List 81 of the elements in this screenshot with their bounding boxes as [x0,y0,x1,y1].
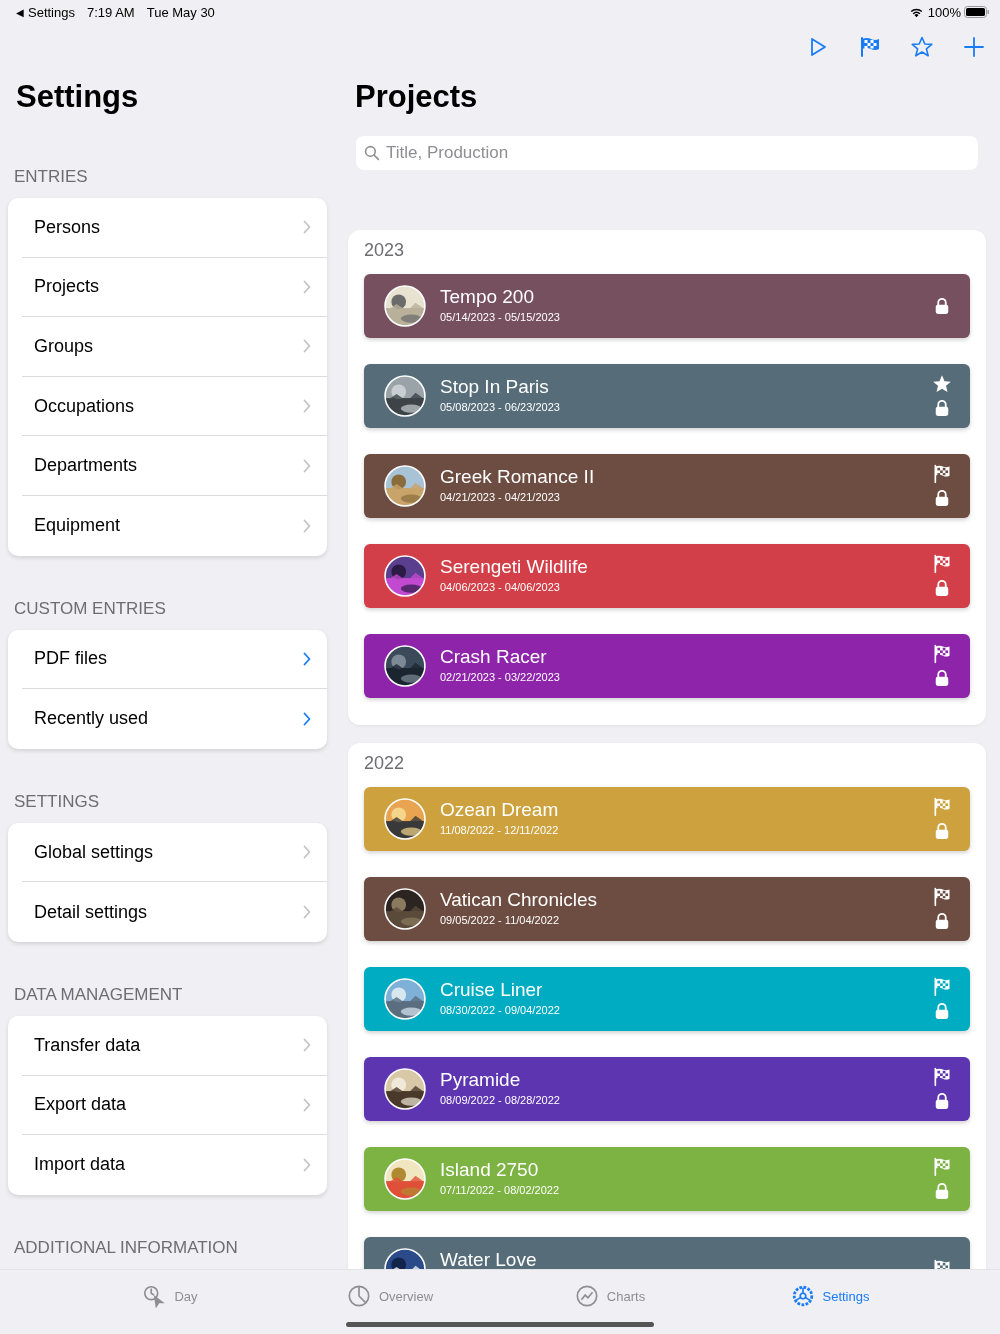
chevron-icon [303,279,311,294]
project-name: Tempo 200 [440,285,535,309]
chevron-icon [303,518,311,533]
battery-icon [964,6,990,18]
project-dates: 07/11/2022 - 08/02/2022 [440,1183,561,1198]
section-header: CUSTOM ENTRIES [13,597,167,620]
chevron-icon [303,1097,311,1112]
chevron-icon [303,220,311,235]
project-name: Cruise Liner [440,978,544,1002]
project-dates: 04/21/2023 - 04/21/2023 [440,490,561,505]
add-icon[interactable] [962,35,986,59]
project-card[interactable]: Water Love [364,1237,970,1269]
settings-row[interactable]: PDF files [22,629,327,690]
checkered-flag-icon[interactable] [858,35,882,59]
status-time: 7:19 AM [87,4,135,20]
tab[interactable]: Settings [720,1284,940,1308]
project-dates: 08/09/2022 - 08/28/2022 [440,1093,561,1108]
project-name: Water Love [440,1248,538,1269]
chevron-icon [303,711,311,726]
settings-row[interactable]: Equipment [22,495,327,556]
sidebar-title: Settings [15,78,140,116]
project-name: Stop In Paris [440,375,550,399]
battery-percent: 100% [927,4,961,20]
search-field[interactable]: Title, Production [356,136,978,170]
project-name: Crash Racer [440,645,548,669]
project-name: Greek Romance II [440,465,596,489]
line-chart-icon [574,1284,599,1308]
settings-row[interactable]: Departments [22,436,327,496]
wifi-icon [908,6,924,18]
projects-title: Projects [354,78,479,116]
project-dates: 02/21/2023 - 03/22/2023 [440,670,561,685]
star-icon[interactable] [910,35,934,59]
settings-row[interactable]: Groups [22,317,327,377]
project-name: Ozean Dream [440,798,560,822]
section-header: DATA MANAGEMENT [13,983,184,1006]
gear-icon [790,1284,815,1308]
status-date: Tue May 30 [146,4,215,20]
chevron-icon [303,399,311,414]
chevron-icon [303,1038,311,1053]
settings-row[interactable]: Global settings [22,822,327,883]
settings-row[interactable]: Recently used [22,689,327,749]
clock-cursor-icon [142,1284,167,1308]
chevron-icon [303,651,311,666]
settings-row[interactable]: Import data [22,1135,327,1195]
search-icon [364,145,380,161]
project-dates: 04/06/2023 - 04/06/2023 [440,580,561,595]
project-name: Serengeti Wildlife [440,555,589,579]
project-dates: 09/05/2022 - 11/04/2022 [440,913,561,928]
section-header: ADDITIONAL INFORMATION [13,1236,239,1259]
project-name: Island 2750 [440,1158,540,1182]
project-card[interactable]: Tempo 200 05/14/2023 - 05/15/2023 [364,274,970,338]
settings-row[interactable]: Detail settings [22,882,327,942]
project-dates: 11/08/2022 - 12/11/2022 [440,823,560,838]
project-name: Pyramide [440,1068,522,1092]
settings-row[interactable]: Export data [22,1075,327,1136]
project-name: Vatican Chronicles [440,888,598,912]
settings-row[interactable]: Transfer data [22,1015,327,1076]
project-dates: 08/30/2022 - 09/04/2022 [440,1003,561,1018]
section-header: SETTINGS [13,790,100,813]
project-card[interactable]: Pyramide 08/09/2022 - 08/28/2022 [364,1057,970,1121]
project-card[interactable]: Greek Romance II 04/21/2023 - 04/21/2023 [364,454,970,518]
year-header: 2022 [364,752,406,775]
project-card[interactable]: Serengeti Wildlife 04/06/2023 - 04/06/2023 [364,544,970,608]
settings-row[interactable]: Projects [22,257,327,318]
chevron-icon [303,905,311,920]
pie-chart-icon [346,1284,371,1308]
year-header: 2023 [364,239,406,262]
chevron-icon [303,1157,311,1172]
settings-row[interactable]: Occupations [22,376,327,437]
project-card[interactable]: Crash Racer 02/21/2023 - 03/22/2023 [364,634,970,698]
back-arrow-icon[interactable]: ◀ [16,6,24,18]
chevron-icon [303,458,311,473]
section-header: ENTRIES [13,166,89,188]
chevron-icon [303,845,311,860]
project-card[interactable]: Vatican Chronicles 09/05/2022 - 11/04/2022 [364,877,970,941]
chevron-icon [303,339,311,354]
back-link[interactable]: Settings [28,4,75,20]
project-dates: 05/08/2023 - 06/23/2023 [440,400,561,415]
project-card[interactable]: Stop In Paris 05/08/2023 - 06/23/2023 [364,364,970,428]
settings-row[interactable]: Persons [22,198,327,258]
project-dates: 05/14/2023 - 05/15/2023 [440,310,561,325]
